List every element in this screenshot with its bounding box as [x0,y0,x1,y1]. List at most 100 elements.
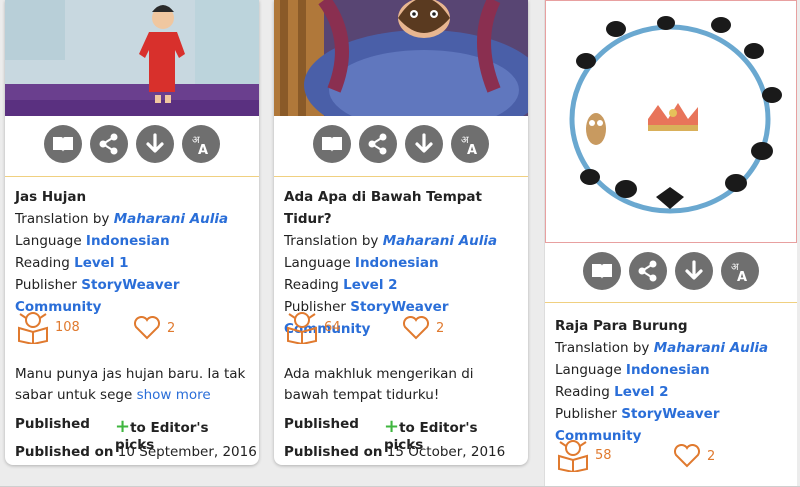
published-on: Published on 15 October, 2016 [284,444,505,460]
book-actions: अA [5,125,259,163]
book-cover-image[interactable] [5,0,259,116]
share-button[interactable] [629,252,667,290]
book-stats: 108 2 [15,310,235,346]
heart-icon [673,444,701,468]
book-title[interactable]: Ada Apa di Bawah Tempat Tidur? [284,186,520,230]
read-button[interactable] [313,125,351,163]
translate-icon: अA [731,262,747,283]
download-button[interactable] [136,125,174,163]
download-button[interactable] [405,125,443,163]
summary-text: Ada makhluk mengerikan di bawah tempat t… [284,366,474,403]
language-line: Language Indonesian [555,359,789,381]
translate-button[interactable]: अA [451,125,489,163]
translate-button[interactable]: अA [182,125,220,163]
book-card: अA Jas Hujan Translation by Maharani Aul… [5,0,259,465]
likes-value: 2 [167,320,176,336]
translation-label: Translation by [555,340,650,356]
publisher-label: Publisher [555,406,617,422]
translation-label: Translation by [15,211,110,227]
summary-text: Manu punya jas hujan baru. Ia tak sabar … [15,366,246,403]
reading-label: Reading [284,277,339,293]
download-icon [685,260,703,280]
svg-text:A: A [737,270,747,283]
language-label: Language [555,362,622,378]
book-title[interactable]: Jas Hujan [15,186,251,208]
svg-text:A: A [198,143,208,156]
book-title[interactable]: Raja Para Burung [555,315,789,337]
book-stats: 58 2 [555,438,775,474]
published-on-label: Published on [15,444,114,460]
translate-icon: अA [192,135,208,156]
book-card: अA Ada Apa di Bawah Tempat Tidur? Transl… [274,0,528,465]
svg-text:A: A [467,143,477,156]
reads-count: 64 [284,310,341,344]
download-icon [415,133,433,153]
book-stats: 64 2 [284,310,504,346]
language-line: Language Indonesian [284,252,520,274]
reads-value: 64 [324,319,341,335]
published-on: Published on 10 September, 2016 [15,444,257,460]
published-on-date: 15 October, 2016 [386,444,506,460]
reads-value: 58 [595,447,612,463]
reading-line: Reading Level 1 [15,252,251,274]
read-button[interactable] [583,252,621,290]
translate-button[interactable]: अA [721,252,759,290]
translator-link[interactable]: Maharani Aulia [654,340,768,356]
publisher-label: Publisher [15,277,77,293]
download-button[interactable] [675,252,713,290]
share-button[interactable] [90,125,128,163]
level-link[interactable]: Level 2 [614,384,668,400]
level-link[interactable]: Level 1 [74,255,128,271]
read-button[interactable] [44,125,82,163]
divider [274,176,528,177]
likes-count[interactable]: 2 [402,316,444,340]
published-on-label: Published on [284,444,383,460]
divider [545,302,797,303]
language-link[interactable]: Indonesian [355,255,439,271]
show-more-link[interactable]: show more [137,387,211,403]
divider [5,176,259,177]
plus-icon: + [384,416,400,437]
translation-label: Translation by [284,233,379,249]
share-icon [638,260,657,282]
download-icon [146,133,164,153]
reader-icon [18,312,48,344]
translation-line: Translation by Maharani Aulia [15,208,251,230]
published-row: Published +to Editor's picks [284,416,520,453]
translator-link[interactable]: Maharani Aulia [383,233,497,249]
book-actions: अA [274,125,528,163]
book-summary: Ada makhluk mengerikan di bawah tempat t… [284,364,518,406]
heart-icon [133,316,161,340]
published-label: Published [15,416,90,432]
reads-value: 108 [55,319,80,335]
plus-icon: + [115,416,131,437]
translate-icon: अA [461,135,477,156]
book-info: Raja Para Burung Translation by Maharani… [555,315,789,447]
likes-count[interactable]: 2 [673,444,715,468]
likes-count[interactable]: 2 [133,316,175,340]
reads-count: 58 [555,438,612,472]
read-book-icon [53,137,73,152]
level-link[interactable]: Level 2 [343,277,397,293]
read-book-icon [322,137,342,152]
share-button[interactable] [359,125,397,163]
reading-label: Reading [555,384,610,400]
share-icon [99,133,118,155]
share-icon [368,133,387,155]
reader-icon [558,440,588,472]
read-book-icon [592,264,612,279]
reads-count: 108 [15,310,80,344]
language-line: Language Indonesian [15,230,251,252]
language-link[interactable]: Indonesian [626,362,710,378]
language-label: Language [15,233,82,249]
book-summary: Manu punya jas hujan baru. Ia tak sabar … [15,364,249,406]
book-cover-image[interactable] [545,0,797,243]
published-row: Published +to Editor's picks [15,416,251,453]
book-cover-image[interactable] [274,0,528,116]
translator-link[interactable]: Maharani Aulia [114,211,228,227]
reading-label: Reading [15,255,70,271]
likes-value: 2 [436,320,445,336]
reading-line: Reading Level 2 [284,274,520,296]
translation-line: Translation by Maharani Aulia [284,230,520,252]
language-link[interactable]: Indonesian [86,233,170,249]
